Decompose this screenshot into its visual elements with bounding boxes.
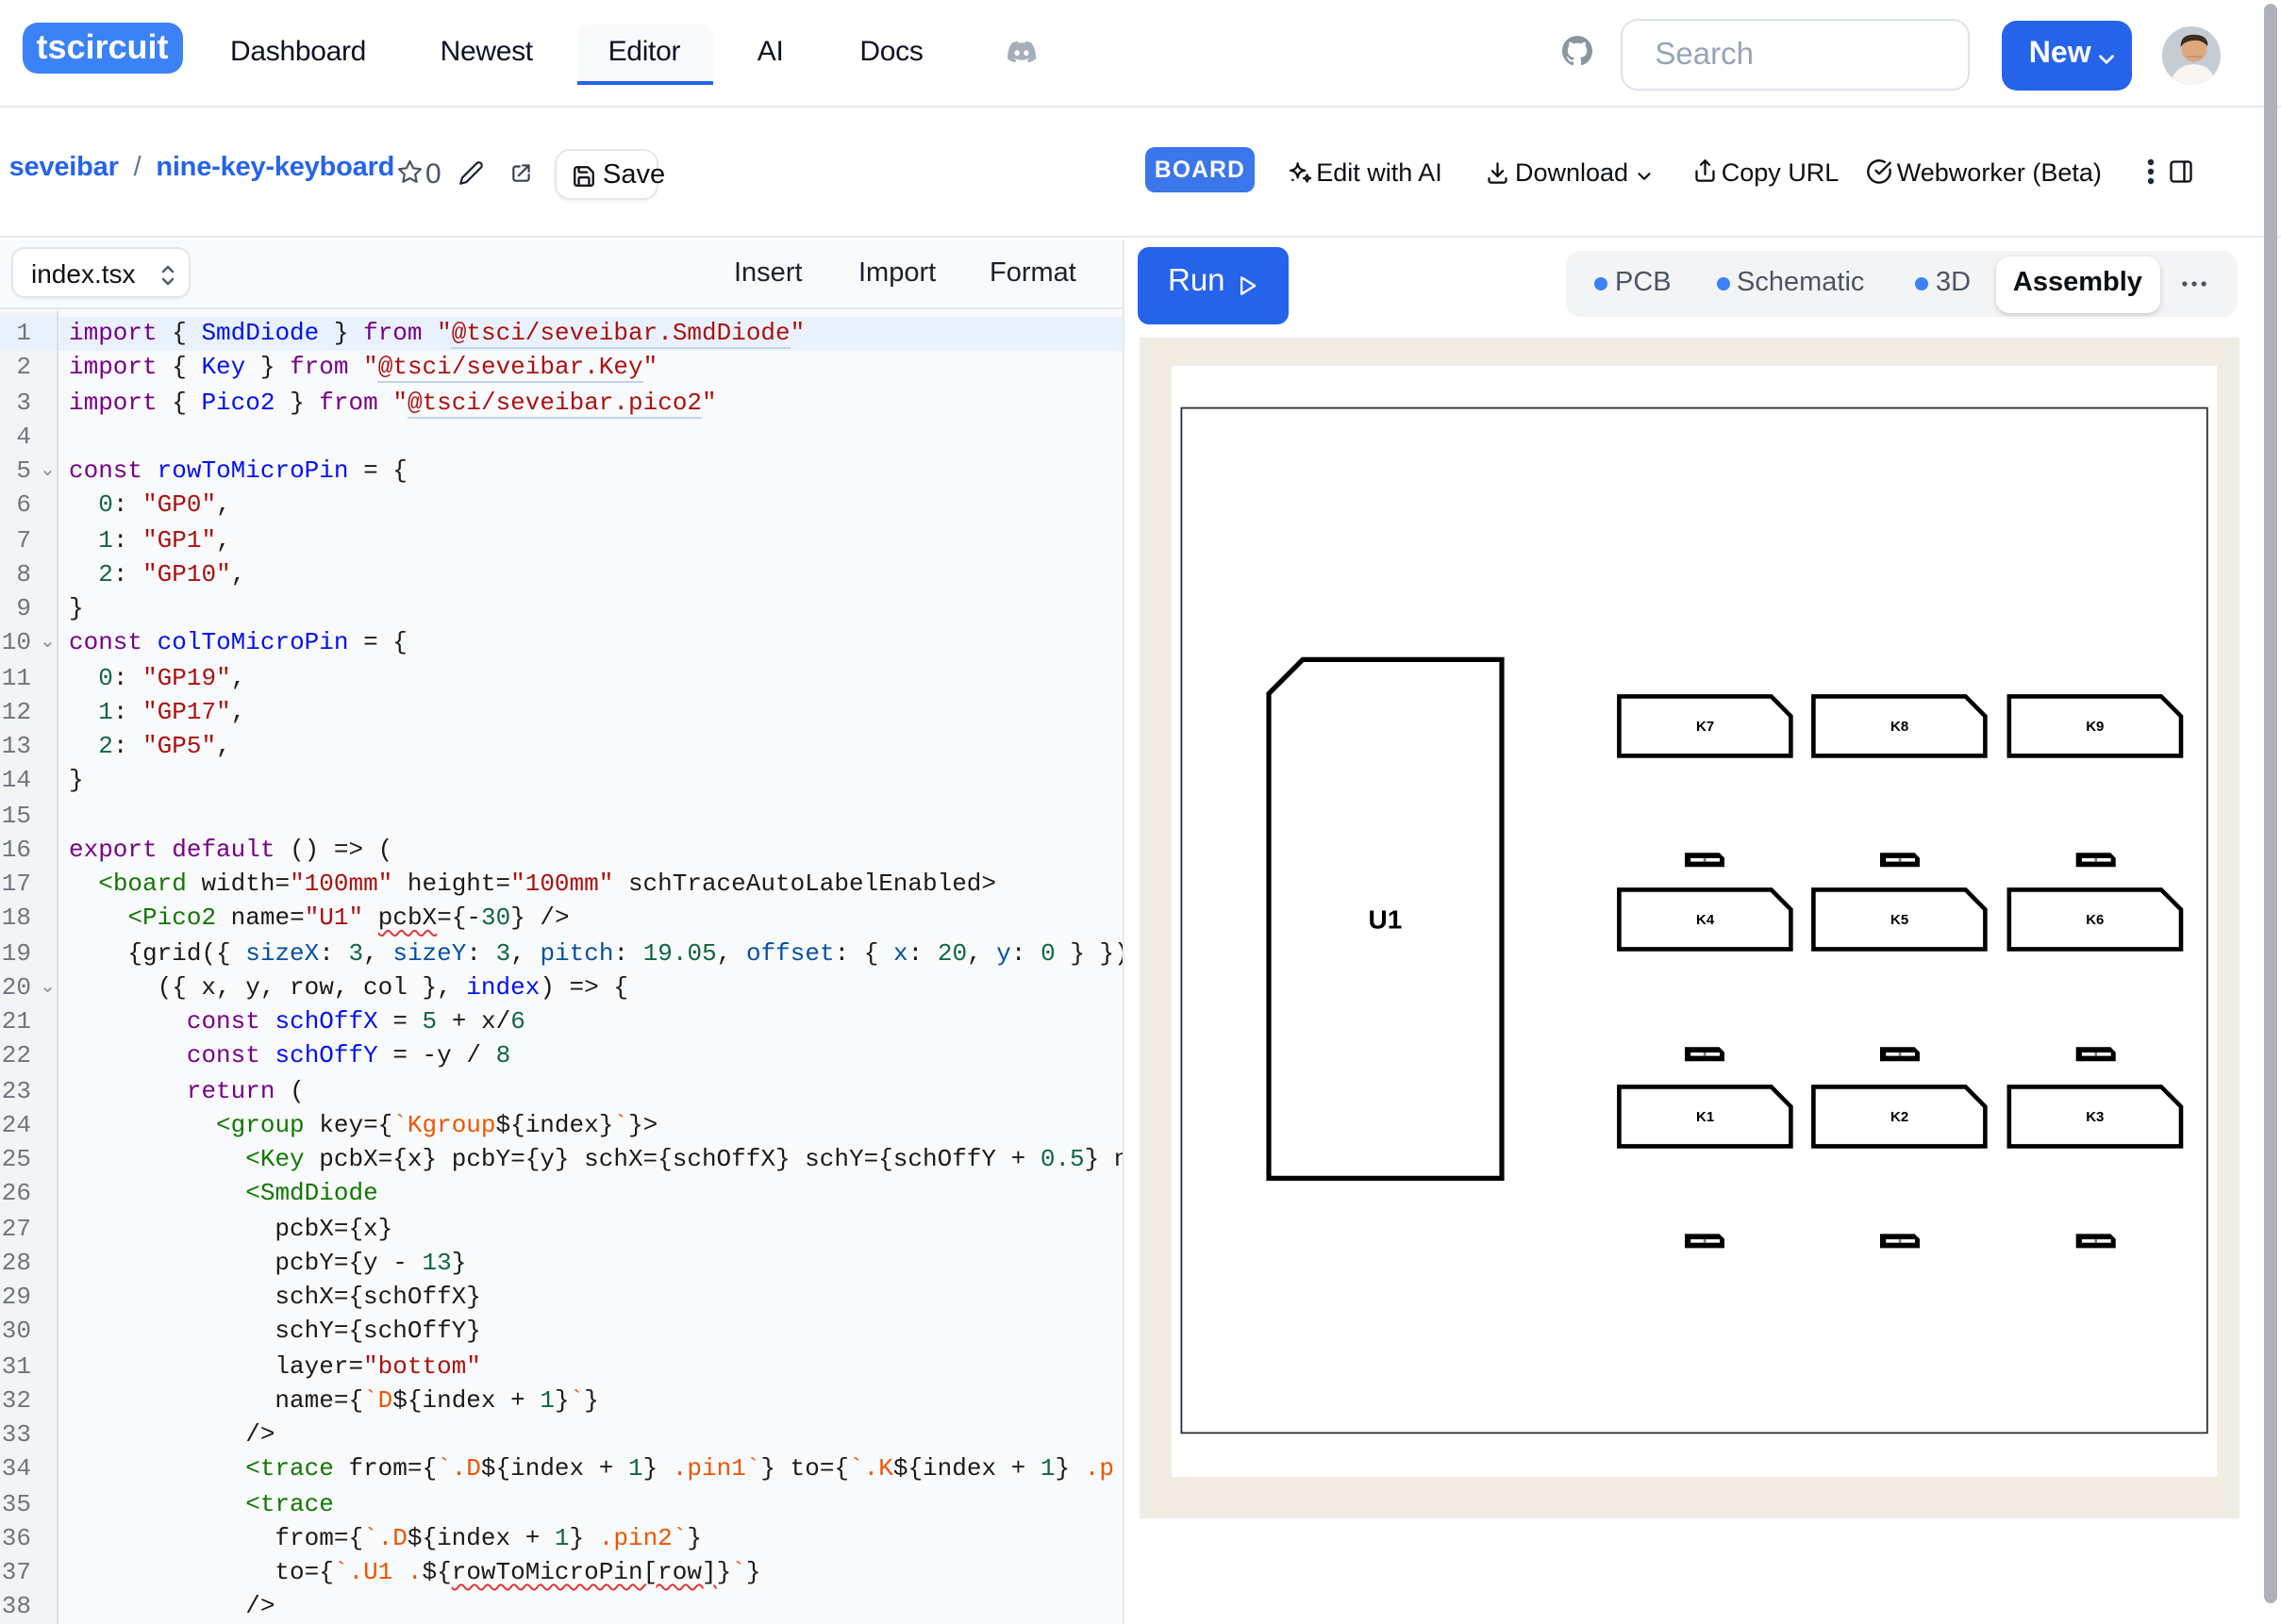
svg-text:K5: K5: [1890, 913, 1907, 929]
svg-text:K1: K1: [1695, 1110, 1713, 1126]
svg-text:K6: K6: [2085, 913, 2103, 929]
svg-text:U1: U1: [1368, 905, 1402, 935]
svg-text:K4: K4: [1695, 913, 1714, 929]
svg-text:K3: K3: [2085, 1110, 2103, 1126]
svg-text:K9: K9: [2085, 720, 2103, 736]
svg-text:K7: K7: [1695, 720, 1713, 736]
svg-text:K2: K2: [1890, 1110, 1907, 1126]
svg-text:K8: K8: [1890, 720, 1907, 736]
